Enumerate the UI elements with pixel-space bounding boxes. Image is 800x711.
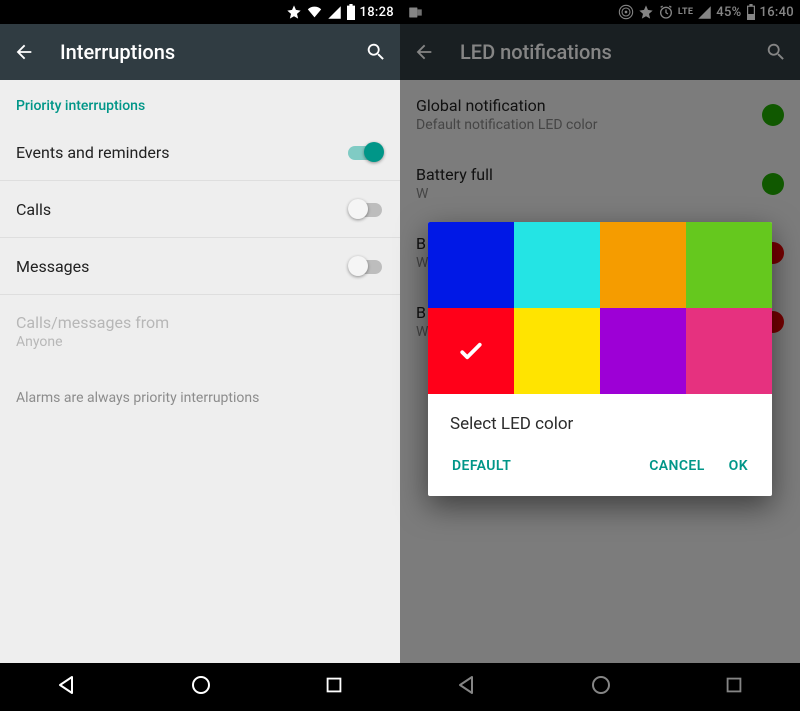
- color-option-4[interactable]: [428, 308, 514, 394]
- back-button[interactable]: [8, 36, 40, 68]
- footer-note: Alarms are always priority interruptions: [0, 368, 400, 428]
- ok-button[interactable]: OK: [717, 448, 760, 484]
- row-label: Calls: [16, 200, 348, 219]
- battery-icon: [346, 4, 356, 20]
- color-option-0[interactable]: [428, 222, 514, 308]
- app-bar: Interruptions: [0, 24, 400, 80]
- status-time: 18:28: [360, 5, 394, 20]
- toggle-events[interactable]: [348, 142, 384, 162]
- search-button[interactable]: [360, 36, 392, 68]
- row-label: Messages: [16, 257, 348, 276]
- row-calls[interactable]: Calls: [0, 181, 400, 238]
- row-calls-messages-from: Calls/messages from Anyone: [0, 295, 400, 368]
- content-area: Priority interruptions Events and remind…: [0, 80, 400, 663]
- toggle-calls[interactable]: [348, 199, 384, 219]
- status-bar: 18:28: [0, 0, 400, 24]
- color-option-6[interactable]: [600, 308, 686, 394]
- color-grid: [428, 222, 772, 394]
- check-icon: [456, 336, 486, 366]
- default-button[interactable]: DEFAULT: [440, 448, 523, 484]
- star-icon: [286, 4, 302, 20]
- color-option-3[interactable]: [686, 222, 772, 308]
- dialog-title: Select LED color: [428, 394, 772, 442]
- wifi-icon: [306, 4, 323, 20]
- row-messages[interactable]: Messages: [0, 238, 400, 295]
- row-sublabel: Anyone: [16, 334, 384, 350]
- signal-icon: [327, 5, 342, 20]
- row-events-reminders[interactable]: Events and reminders: [0, 124, 400, 181]
- color-option-7[interactable]: [686, 308, 772, 394]
- color-option-2[interactable]: [600, 222, 686, 308]
- color-option-1[interactable]: [514, 222, 600, 308]
- nav-recent-button[interactable]: [323, 674, 345, 700]
- led-color-dialog: Select LED color DEFAULT CANCEL OK: [428, 222, 772, 496]
- screen-led-notifications: LTE 45% 16:40 LED notifications Global n…: [400, 0, 800, 711]
- nav-bar: [0, 663, 400, 711]
- toggle-messages[interactable]: [348, 256, 384, 276]
- color-option-5[interactable]: [514, 308, 600, 394]
- screen-interruptions: 18:28 Interruptions Priority interruptio…: [0, 0, 400, 711]
- nav-home-button[interactable]: [189, 673, 213, 701]
- cancel-button[interactable]: CANCEL: [637, 448, 716, 484]
- dialog-actions: DEFAULT CANCEL OK: [428, 442, 772, 496]
- row-label: Events and reminders: [16, 143, 348, 162]
- row-label: Calls/messages from: [16, 313, 384, 332]
- section-header: Priority interruptions: [0, 80, 400, 124]
- page-title: Interruptions: [60, 40, 340, 64]
- nav-back-button[interactable]: [55, 673, 79, 701]
